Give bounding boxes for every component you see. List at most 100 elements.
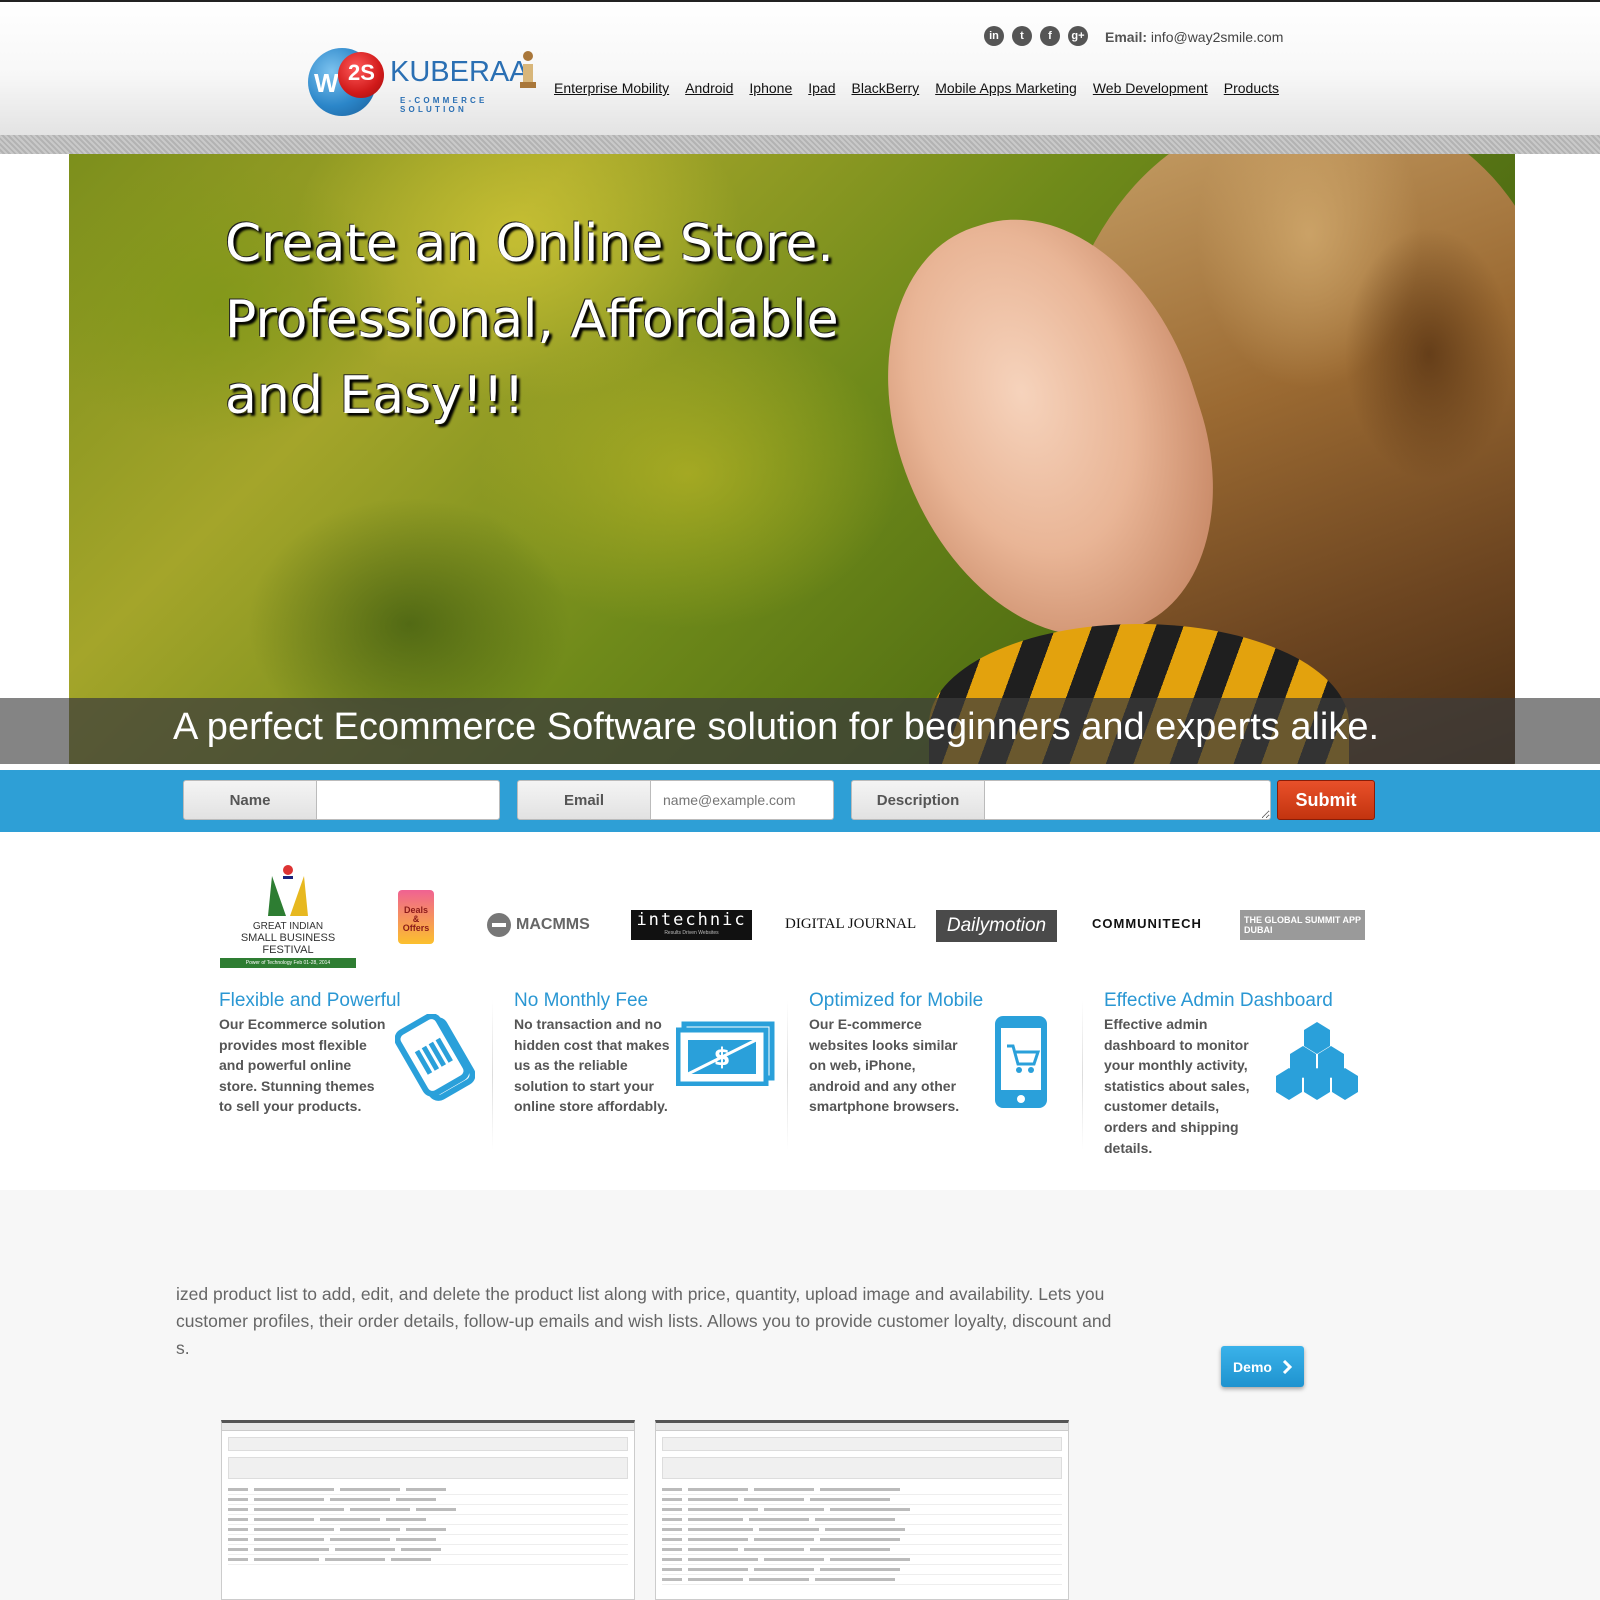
email-link[interactable]: info@way2smile.com: [1151, 29, 1283, 45]
feature-text: No transaction and no hidden cost that m…: [514, 1016, 670, 1115]
feature-text: Our Ecommerce solution provides most fle…: [219, 1016, 386, 1115]
hero-title-line: Create an Online Store.: [225, 214, 834, 274]
site-header: W 2S KUBERAA E-COMMERCE SOLUTION in t f …: [0, 0, 1600, 135]
screenshot-header: [228, 1457, 628, 1479]
hero-banner: Create an Online Store. Professional, Af…: [69, 154, 1515, 764]
screenshot-tabs: [656, 1423, 1068, 1431]
product-description-line: customer profiles, their order details, …: [176, 1311, 1112, 1331]
screenshot-row: [662, 1505, 1062, 1515]
screenshot-tabs: [222, 1423, 634, 1431]
screenshot-row: [228, 1525, 628, 1535]
logo-mark: W: [314, 68, 339, 98]
email-label: Email:: [1105, 29, 1148, 45]
nav-android[interactable]: Android: [685, 80, 733, 96]
screenshot-row: [662, 1565, 1062, 1575]
nav-iphone[interactable]: Iphone: [749, 80, 792, 96]
logo-tagline: E-COMMERCE SOLUTION: [400, 96, 488, 114]
money-icon: $: [676, 1021, 775, 1086]
screenshot-row: [228, 1485, 628, 1495]
feature-text: Our E-commerce websites looks similar on…: [809, 1016, 960, 1115]
feature-no-monthly-fee: No Monthly Fee No transaction and no hid…: [514, 990, 794, 1150]
communitech-logo[interactable]: COMMUNITECH: [1092, 916, 1202, 931]
product-description-line: ized product list to add, edit, and dele…: [176, 1284, 1105, 1304]
kuberaa-logo[interactable]: W 2S KUBERAA E-COMMERCE SOLUTION: [308, 46, 540, 118]
festival-line3: Power of Technology Feb 01-28, 2014: [220, 958, 356, 968]
description-field-group: Description: [851, 780, 1271, 820]
screenshot-toolbar: [662, 1437, 1062, 1451]
great-indian-small-business-festival-logo[interactable]: GREAT INDIAN SMALL BUSINESS FESTIVAL Pow…: [220, 860, 356, 968]
name-input[interactable]: [317, 780, 500, 820]
macmms-logo[interactable]: MACMMS: [486, 912, 590, 938]
feature-optimized-mobile: Optimized for Mobile Our E-commerce webs…: [809, 990, 1089, 1150]
screenshot-row: [228, 1495, 628, 1505]
festival-emblem-icon: [268, 865, 308, 916]
digital-journal-logo[interactable]: DIGITAL JOURNAL: [785, 916, 916, 933]
nav-blackberry[interactable]: BlackBerry: [852, 80, 920, 96]
description-textarea[interactable]: [985, 780, 1271, 820]
feature-title: Effective Admin Dashboard: [1104, 990, 1333, 1011]
main-nav: Enterprise Mobility Android Iphone Ipad …: [554, 80, 1279, 96]
nav-ipad[interactable]: Ipad: [808, 80, 835, 96]
admin-customers-screenshot[interactable]: [655, 1420, 1069, 1600]
screenshot-row: [662, 1555, 1062, 1565]
screenshot-row: [228, 1555, 628, 1565]
screenshot-row: [228, 1545, 628, 1555]
demo-label: Demo: [1233, 1358, 1272, 1375]
header-divider: [0, 135, 1600, 154]
intechnic-logo[interactable]: intechnic Results Driven Websites: [631, 910, 752, 940]
hero-title-line: and Easy!!!: [225, 366, 525, 426]
feature-divider: [1082, 1000, 1083, 1150]
nav-products[interactable]: Products: [1224, 80, 1279, 96]
screenshot-header: [662, 1457, 1062, 1479]
hexagons-icon: [1276, 1022, 1358, 1100]
screenshot-row: [662, 1575, 1062, 1585]
tags-icon: [395, 1014, 475, 1101]
deals-and-offers-logo[interactable]: Deals & Offers: [398, 890, 434, 944]
screenshot-row: [228, 1535, 628, 1545]
trophy-icon: [520, 51, 536, 88]
admin-products-screenshot[interactable]: [221, 1420, 635, 1600]
global-summit-app-dubai-logo[interactable]: THE GLOBAL SUMMIT APP DUBAI: [1240, 910, 1365, 940]
feature-admin-dashboard: Effective Admin Dashboard Effective admi…: [1104, 990, 1384, 1156]
product-description-line: s.: [176, 1338, 190, 1358]
logo-mark-2s: 2S: [348, 60, 375, 85]
dailymotion-logo[interactable]: Dailymotion: [936, 910, 1057, 942]
description-label: Description: [851, 780, 985, 820]
screenshot-row: [228, 1505, 628, 1515]
screenshot-row: [662, 1525, 1062, 1535]
intechnic-sub: Results Driven Websites: [664, 930, 719, 936]
festival-line2: SMALL BUSINESS FESTIVAL: [240, 932, 336, 956]
feature-text: Effective admin dashboard to monitor you…: [1104, 1016, 1250, 1156]
product-description: ized product list to add, edit, and dele…: [176, 1281, 1111, 1362]
facebook-icon[interactable]: f: [1040, 26, 1060, 46]
screenshot-row: [662, 1515, 1062, 1525]
email-field-group: Email: [517, 780, 834, 820]
google-plus-icon[interactable]: g+: [1068, 26, 1088, 46]
social-links: in t f g+: [984, 26, 1088, 46]
email-input[interactable]: [651, 780, 834, 820]
feature-title: No Monthly Fee: [514, 990, 649, 1011]
screenshot-row: [662, 1535, 1062, 1545]
screenshot-row: [662, 1545, 1062, 1555]
nav-web-development[interactable]: Web Development: [1093, 80, 1208, 96]
festival-line1: GREAT INDIAN: [252, 921, 324, 932]
feature-flexible-powerful: Flexible and Powerful Our Ecommerce solu…: [219, 990, 499, 1150]
deals-line3: Offers: [402, 923, 430, 933]
chevron-right-icon: [1282, 1359, 1292, 1374]
nav-mobile-apps-marketing[interactable]: Mobile Apps Marketing: [935, 80, 1077, 96]
linkedin-icon[interactable]: in: [984, 26, 1004, 46]
name-label: Name: [183, 780, 317, 820]
email-label: Email: [517, 780, 651, 820]
screenshot-row: [662, 1485, 1062, 1495]
partner-logos: GREAT INDIAN SMALL BUSINESS FESTIVAL Pow…: [0, 850, 1600, 970]
submit-button[interactable]: Submit: [1277, 780, 1375, 820]
feature-title: Optimized for Mobile: [809, 990, 984, 1011]
header-email: Email: info@way2smile.com: [1105, 29, 1283, 45]
demo-button[interactable]: Demo: [1221, 1346, 1304, 1387]
logo-name: KUBERAA: [390, 56, 529, 88]
svg-text:$: $: [714, 1043, 731, 1071]
nav-enterprise-mobility[interactable]: Enterprise Mobility: [554, 80, 669, 96]
twitter-icon[interactable]: t: [1012, 26, 1032, 46]
name-field-group: Name: [183, 780, 500, 820]
feature-divider: [492, 1000, 493, 1150]
